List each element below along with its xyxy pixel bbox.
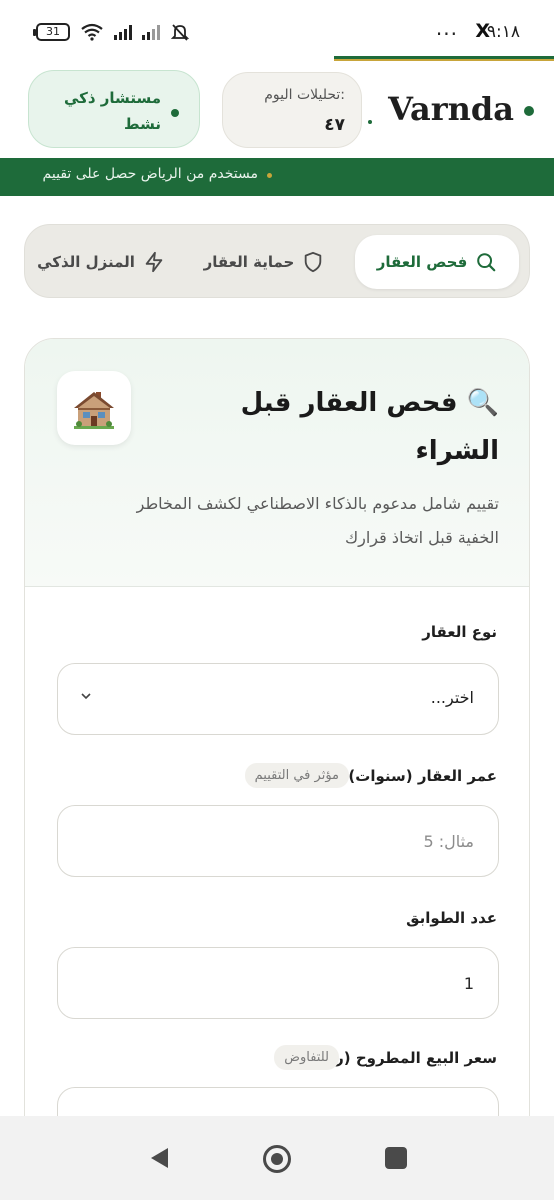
advisor-status: نشط xyxy=(124,115,161,133)
brand-logo[interactable]: Varnda xyxy=(388,90,514,128)
tab-label: حماية العقار xyxy=(203,253,295,271)
status-icons: 31 xyxy=(33,22,190,42)
tab-property-inspection[interactable]: فحص العقار xyxy=(355,235,519,289)
clock: ٩:١٨ xyxy=(486,22,520,42)
card-header: 🔍 فحص العقار قبل الشراء تقييم شامل مدعوم… xyxy=(25,339,529,587)
battery-icon: 31 xyxy=(33,23,70,41)
lightning-icon xyxy=(145,251,163,273)
app-header: Varnda تحليلات اليوم: ٤٧ مستشار ذكي نشط xyxy=(0,62,554,158)
recents-icon[interactable] xyxy=(385,1147,407,1169)
status-dot xyxy=(171,109,179,117)
inspection-card: 🔍 فحص العقار قبل الشراء تقييم شامل مدعوم… xyxy=(24,338,530,1200)
smart-advisor-pill[interactable]: مستشار ذكي نشط xyxy=(28,70,200,148)
ticker-dot xyxy=(267,173,272,178)
property-age-input[interactable] xyxy=(57,805,499,877)
card-description: تقييم شامل مدعوم بالذكاء الاصطناعي لكشف … xyxy=(136,494,499,547)
house-icon xyxy=(57,371,131,445)
signal-icon xyxy=(114,24,132,40)
header-gold-line xyxy=(334,59,554,61)
tab-smart-home[interactable]: المنزل الذكي xyxy=(31,235,171,289)
impact-badge: مؤثر في التقييم xyxy=(244,763,349,788)
shield-icon xyxy=(305,251,322,273)
stat-label: تحليلات اليوم: xyxy=(264,87,345,103)
system-nav-bar xyxy=(0,1116,554,1200)
status-bar: 31 ... X ٩:١٨ xyxy=(0,0,554,56)
ticker-text: مستخدم من الرياض حصل على تقييم xyxy=(42,166,258,182)
property-age-label: عمر العقار (سنوات) xyxy=(348,767,497,785)
brand-dot-small xyxy=(368,120,372,124)
chevron-down-icon xyxy=(81,693,91,700)
negotiation-badge: للتفاوض xyxy=(274,1045,339,1070)
back-icon[interactable] xyxy=(148,1146,170,1170)
advisor-title: مستشار ذكي xyxy=(63,89,161,107)
signal-icon-2 xyxy=(142,24,160,40)
property-type-label: نوع العقار xyxy=(422,623,497,641)
daily-analyses-pill: تحليلات اليوم: ٤٧ xyxy=(222,72,362,148)
wifi-icon xyxy=(81,23,103,41)
stat-value: ٤٧ xyxy=(324,115,345,135)
search-icon xyxy=(477,253,496,272)
tab-property-protection[interactable]: حماية العقار xyxy=(189,235,339,289)
floors-label: عدد الطوابق xyxy=(406,909,497,927)
card-title: 🔍 فحص العقار قبل الشراء xyxy=(240,388,499,466)
property-type-select[interactable]: اختر... xyxy=(57,663,499,735)
mute-icon xyxy=(170,24,190,41)
activity-ticker: مستخدم من الرياض حصل على تقييم xyxy=(0,158,554,196)
brand-dot xyxy=(524,106,534,116)
floors-input[interactable] xyxy=(57,947,499,1019)
more-dots: ... xyxy=(435,16,458,40)
tab-label: المنزل الذكي xyxy=(37,253,135,271)
tab-bar: فحص العقار حماية العقار المنزل الذكي xyxy=(24,224,530,298)
tab-label: فحص العقار xyxy=(376,253,468,271)
select-value: اختر... xyxy=(430,688,474,707)
home-icon[interactable] xyxy=(262,1144,292,1174)
